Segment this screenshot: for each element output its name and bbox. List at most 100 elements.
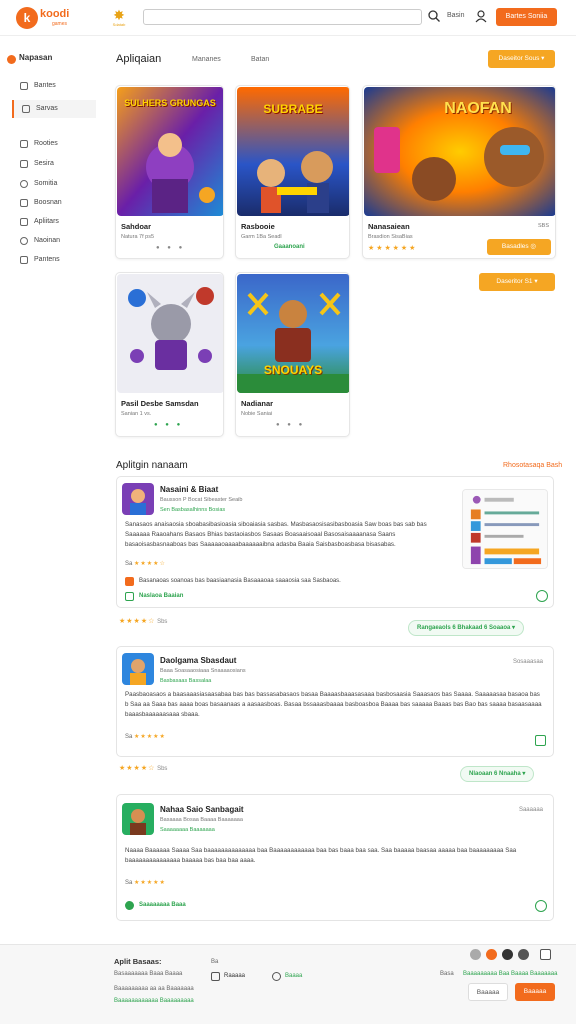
footer-secondary-button[interactable]: Baaaaa xyxy=(468,983,508,1001)
sidebar-item-label: Apliitars xyxy=(34,218,59,225)
game-art-title: SUBRABE xyxy=(263,102,323,116)
footer-column-label: Ba xyxy=(211,959,219,965)
game-title: Sahdoar xyxy=(121,222,152,231)
sidebar-item-label: Boosnan xyxy=(34,199,62,206)
sidebar-item[interactable]: Boosnan xyxy=(12,194,96,212)
summary-label: Sbs xyxy=(157,766,168,772)
game-meta: Garm 1Ba Seadl xyxy=(241,234,282,240)
sidebar-item-label: Bantes xyxy=(34,82,56,89)
sidebar-item-label: Sesira xyxy=(34,160,54,167)
review-footer-link[interactable]: Saaaaaaaa Baaa xyxy=(139,902,186,908)
game-card[interactable]: SULHERS GRUNGAS Sahdoar Natura 7f ps5 ● … xyxy=(115,85,224,259)
verified-icon[interactable] xyxy=(535,900,547,912)
review-date: Sosaaasaa xyxy=(512,659,543,665)
game-thumbnail[interactable] xyxy=(117,274,224,393)
review-meta: Basaaaa Bosaa Baaaa Baaaaaaa xyxy=(160,817,243,823)
footer-text: Basaaaaaaa Baaa Baaaa xyxy=(114,971,183,977)
window-icon[interactable] xyxy=(540,949,551,960)
sidebar-title-icon xyxy=(7,55,16,64)
expand-icon[interactable] xyxy=(535,735,546,746)
github-icon[interactable] xyxy=(502,949,513,960)
verified-icon[interactable] xyxy=(536,590,548,602)
sidebar-item[interactable]: Bantes xyxy=(12,77,96,95)
footer-item[interactable]: Baaaa xyxy=(285,973,302,979)
user-icon[interactable] xyxy=(474,9,488,23)
footer-text: Baaaaaaaaa aa aa Baaaaaaa xyxy=(114,986,194,992)
review-screenshot-preview[interactable] xyxy=(462,489,548,569)
game-meta: Nobie Saniai xyxy=(241,411,273,417)
game-art-title: NAOFAN xyxy=(444,100,512,117)
sidebar-item[interactable]: Naoinan xyxy=(12,232,96,250)
share-icon[interactable] xyxy=(470,949,481,960)
shield-icon xyxy=(125,901,134,910)
sidebar-item-label: Naoinan xyxy=(34,237,61,244)
chat-icon[interactable] xyxy=(518,949,529,960)
sidebar-item-active[interactable]: Sarvas xyxy=(12,100,96,118)
chart-icon xyxy=(20,199,28,207)
logo-icon[interactable]: k xyxy=(16,7,38,29)
page-title: Apliqaian xyxy=(116,53,162,65)
sidebar-item[interactable]: Somitia xyxy=(12,175,96,193)
review-footer-link[interactable]: Naslaoa Baaian xyxy=(139,593,183,599)
game-card[interactable]: SUBRABE Rasbooie Garm 1Ba Seadl Gaaanoan… xyxy=(235,85,350,259)
reviewer-avatar[interactable] xyxy=(122,803,154,835)
footer-primary-button[interactable]: Baaaaa xyxy=(515,983,555,1001)
reddit-icon[interactable] xyxy=(486,949,497,960)
search-input[interactable] xyxy=(143,9,422,25)
footer-right-label: Basa xyxy=(440,971,454,977)
star-icon: ✸ xyxy=(113,7,125,23)
reviews-title: Aplitgin nanaam xyxy=(116,460,188,471)
game-meta: Brasdion SisaBias xyxy=(368,234,413,240)
tab-mananes[interactable]: Mananes xyxy=(192,56,221,63)
footer-link[interactable]: Baaaaaaaaaaaa Baaaaaaaaa xyxy=(114,998,194,1004)
game-meta: Sanian 1 vs. xyxy=(121,411,152,417)
rating-label: Sa xyxy=(125,880,133,886)
game-card[interactable]: Pasil Desbe Samsdan Sanian 1 vs. ● ● ● xyxy=(115,272,224,437)
sidebar-item[interactable]: Rooties xyxy=(12,135,96,153)
review-meta-secondary: Sen Basbasalhinns Bosias xyxy=(160,507,226,513)
review-body: Naaaa Baaaaaa Saaaa Saa baaaaaaaaaaaaaa … xyxy=(125,847,517,864)
sort-dropdown-2[interactable]: Daseritor S1 ▾ xyxy=(479,273,555,291)
clock-icon xyxy=(20,180,28,188)
top-header: k koodi games ✸ Sdatab Basin Bartes Soni… xyxy=(0,0,576,36)
reviewer-avatar[interactable] xyxy=(122,483,154,515)
grid-icon xyxy=(20,82,28,90)
search-icon[interactable] xyxy=(427,9,441,23)
platform-icons: ● ● ● xyxy=(154,422,184,428)
game-card[interactable]: SNOUAYS Nadianar Nobie Saniai ● ● ● xyxy=(235,272,350,437)
game-title: Nanasaiean xyxy=(368,222,410,231)
review-summary: ★★★★☆ Sbs xyxy=(119,617,167,625)
footer-right-link[interactable]: Baaaaaaaaa Baa Baaaa Baaaaaaa xyxy=(463,971,557,977)
calendar-icon xyxy=(211,972,220,981)
game-card-featured[interactable]: NAOFAN Nanasaiean SBS Brasdion SisaBias … xyxy=(362,85,556,259)
badge-label: Sdatab xyxy=(112,22,126,27)
achievement-badge-icon[interactable]: ✸ Sdatab xyxy=(110,7,128,27)
footer: Aplit Basaas: Basaaaaaaa Baaa Baaaa Baaa… xyxy=(0,944,576,1024)
reaction-pill[interactable]: Rangaeaols 6 Bhakaad 6 Soaaoa ▾ xyxy=(408,620,525,636)
sidebar-item-label: Rooties xyxy=(34,140,58,147)
reviews-see-all-link[interactable]: Rhosotasaqa Bash xyxy=(503,462,562,469)
sidebar-item[interactable]: Pantens xyxy=(12,251,96,269)
footer-item[interactable]: Raaaaa xyxy=(224,973,245,979)
rating-label: Sa xyxy=(125,734,133,740)
sidebar-item-label: Pantens xyxy=(34,256,60,263)
game-title: Rasbooie xyxy=(241,222,275,231)
sidebar-item-label: Somitia xyxy=(34,180,58,187)
home-icon xyxy=(22,105,30,113)
reaction-pill[interactable]: Nlaoaan 6 Nnaaha ▾ xyxy=(460,766,535,782)
sidebar-item[interactable]: Sesira xyxy=(12,155,96,173)
play-button[interactable]: Basadles ◎ xyxy=(487,239,551,255)
header-cta-button[interactable]: Bartes Soniia xyxy=(496,8,557,26)
reviewer-avatar[interactable] xyxy=(122,653,154,685)
rating-stars: ★★★★☆ xyxy=(134,561,166,567)
sidebar-item[interactable]: Apliitars xyxy=(12,213,96,231)
review-summary: ★★★★☆ Sbs xyxy=(119,764,167,772)
tab-batan[interactable]: Batan xyxy=(251,56,269,63)
review-meta-secondary: Basbasaas Bassalaa xyxy=(160,678,212,684)
logo-text[interactable]: koodi xyxy=(40,8,69,20)
globe-icon xyxy=(272,972,281,981)
sort-dropdown[interactable]: Daseitor Sous ▾ xyxy=(488,50,555,68)
folder-icon xyxy=(20,160,28,168)
header-link[interactable]: Basin xyxy=(447,12,465,19)
summary-label: Sbs xyxy=(157,619,168,625)
